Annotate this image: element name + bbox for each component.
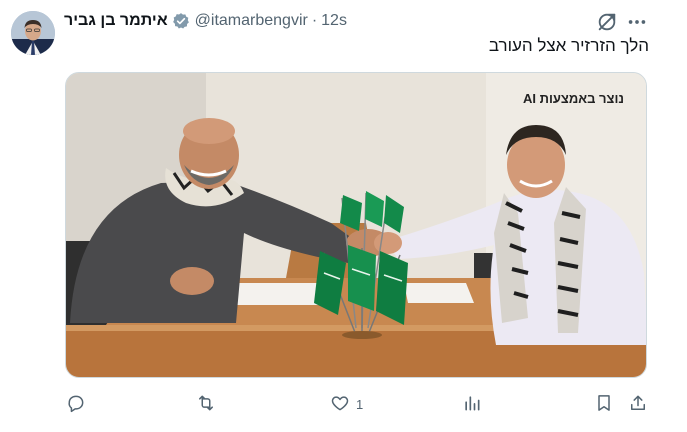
like-button[interactable]: 1 — [330, 392, 363, 416]
share-button[interactable] — [628, 392, 648, 416]
avatar[interactable] — [11, 11, 55, 55]
timestamp[interactable]: 12s — [321, 12, 347, 30]
reply-icon — [66, 393, 86, 416]
separator-dot: · — [311, 12, 318, 29]
views-icon — [462, 393, 482, 416]
retweet-button[interactable] — [196, 392, 222, 416]
grok-icon[interactable] — [596, 11, 618, 33]
bookmark-button[interactable] — [594, 392, 614, 416]
tweet-media-image[interactable]: נוצר באמצעות AI — [65, 72, 647, 378]
like-count: 1 — [356, 396, 364, 412]
tweet-card[interactable]: איתמר בן גביר @itamarbengvir · 12s הלך ה… — [0, 0, 687, 432]
like-icon — [330, 393, 350, 416]
share-icon — [628, 393, 648, 416]
action-bar: 1 — [56, 392, 656, 416]
views-button[interactable] — [462, 392, 488, 416]
bookmark-icon — [594, 393, 614, 416]
verified-icon — [172, 12, 190, 30]
display-name[interactable]: איתמר בן גביר — [64, 12, 168, 30]
tweet-text: הלך הזרזיר אצל העורב — [488, 36, 649, 55]
photo-illustration — [66, 73, 646, 377]
reply-button[interactable] — [66, 392, 92, 416]
retweet-icon — [196, 393, 216, 416]
tweet-header: איתמר בן גביר @itamarbengvir · 12s — [64, 10, 347, 32]
handle[interactable]: @itamarbengvir — [195, 12, 308, 30]
ai-generated-label: נוצר באמצעות AI — [523, 91, 624, 106]
more-icon[interactable] — [626, 11, 648, 33]
